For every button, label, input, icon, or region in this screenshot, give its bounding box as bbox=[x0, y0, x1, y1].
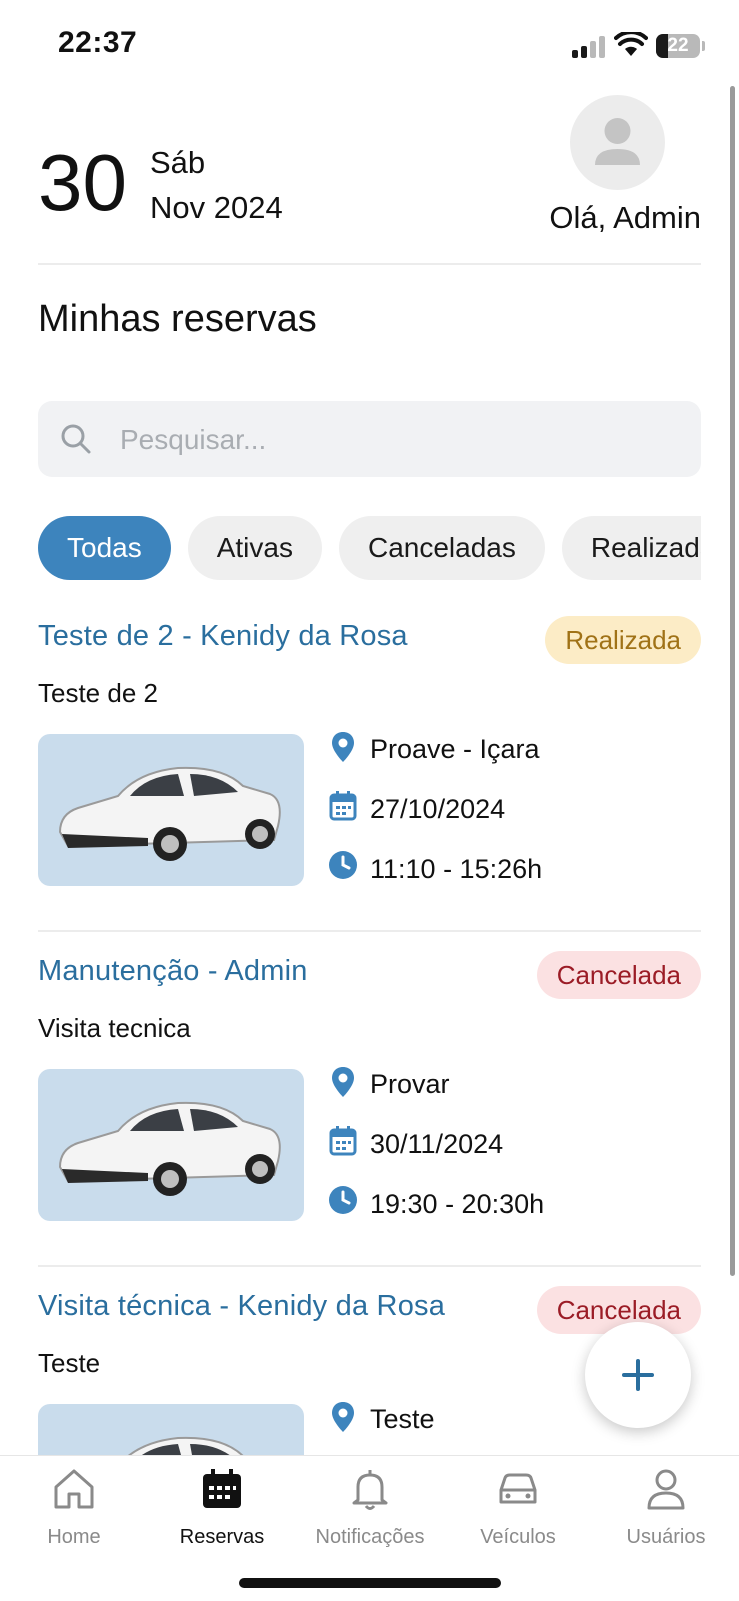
nav-reservas[interactable]: Reservas bbox=[148, 1456, 296, 1566]
car-icon bbox=[499, 1473, 537, 1504]
vehicle-image bbox=[38, 734, 304, 886]
reservation-date: 30/11/2024 bbox=[328, 1125, 701, 1165]
nav-label: Usuários bbox=[626, 1526, 706, 1548]
date-text: 27/10/2024 bbox=[370, 794, 506, 824]
reservation-title[interactable]: Teste de 2 - Kenidy da Rosa bbox=[38, 620, 408, 653]
date-day: 30 bbox=[38, 138, 127, 227]
header-divider bbox=[38, 263, 701, 265]
clock-icon bbox=[329, 1186, 357, 1214]
status-badge: Realizada bbox=[545, 616, 701, 664]
status-bar: 22:37 22 bbox=[0, 0, 739, 80]
user-icon bbox=[647, 1469, 685, 1510]
filter-chip-canceladas[interactable]: Canceladas bbox=[338, 516, 545, 580]
battery-level: 22 bbox=[667, 35, 689, 56]
page-title: Minhas reservas bbox=[38, 298, 317, 340]
status-time: 22:37 bbox=[58, 26, 138, 59]
filter-chip-realizadas[interactable]: Realizadas bbox=[561, 516, 701, 580]
battery-icon: 22 bbox=[656, 34, 700, 58]
date-month-year: Nov 2024 bbox=[150, 190, 283, 225]
nav-label: Notificações bbox=[315, 1526, 425, 1548]
filter-chip-ativas[interactable]: Ativas bbox=[187, 516, 322, 580]
vehicle-image bbox=[38, 1404, 304, 1455]
reservation-card[interactable]: Manutenção - Admin Cancelada Visita tecn… bbox=[38, 945, 701, 1267]
battery-tip bbox=[702, 41, 705, 51]
reservation-card[interactable]: Teste de 2 - Kenidy da Rosa Realizada Te… bbox=[38, 610, 701, 932]
plus-icon bbox=[622, 1359, 654, 1391]
location-pin-icon bbox=[332, 732, 354, 762]
cellular-signal-icon bbox=[572, 36, 606, 58]
nav-label: Home bbox=[47, 1526, 101, 1548]
nav-usuarios[interactable]: Usuários bbox=[592, 1456, 739, 1566]
reservation-time: 11:10 - 15:26h bbox=[328, 850, 701, 890]
search-input[interactable] bbox=[118, 401, 682, 479]
greeting: Olá, Admin bbox=[549, 200, 701, 235]
time-text: 19:30 - 20:30h bbox=[370, 1189, 545, 1219]
reservation-description: Teste bbox=[38, 1348, 101, 1378]
reservation-title[interactable]: Visita técnica - Kenidy da Rosa bbox=[38, 1290, 445, 1323]
reservation-title[interactable]: Manutenção - Admin bbox=[38, 955, 308, 988]
location-pin-icon bbox=[332, 1067, 354, 1097]
date-text: 30/11/2024 bbox=[370, 1129, 504, 1159]
nav-home[interactable]: Home bbox=[0, 1456, 148, 1566]
add-reservation-button[interactable] bbox=[585, 1322, 691, 1428]
reservation-description: Visita tecnica bbox=[38, 1013, 191, 1043]
location-pin-icon bbox=[332, 1402, 354, 1432]
calendar-icon bbox=[329, 791, 357, 821]
calendar-icon bbox=[203, 1469, 241, 1508]
nav-notificacoes[interactable]: Notificações bbox=[296, 1456, 444, 1566]
vehicle-image bbox=[38, 1069, 304, 1221]
filter-chip-todas[interactable]: Todas bbox=[38, 516, 171, 580]
filter-chips: TodasAtivasCanceladasRealizadas bbox=[38, 516, 701, 580]
wifi-icon bbox=[614, 32, 648, 56]
reservation-description: Teste de 2 bbox=[38, 678, 158, 708]
bell-icon bbox=[352, 1470, 388, 1510]
nav-veiculos[interactable]: Veículos bbox=[444, 1456, 592, 1566]
nav-label: Reservas bbox=[179, 1526, 265, 1548]
location-text: Provar bbox=[370, 1069, 450, 1099]
clock-icon bbox=[329, 851, 357, 879]
search-bar[interactable] bbox=[38, 401, 701, 479]
status-badge: Cancelada bbox=[536, 951, 701, 999]
search-icon bbox=[61, 424, 91, 454]
reservation-date: 27/10/2024 bbox=[328, 790, 701, 830]
home-indicator bbox=[239, 1578, 501, 1588]
card-divider bbox=[38, 930, 701, 932]
date-weekday: Sáb bbox=[150, 145, 206, 180]
location-text: Proave - Içara bbox=[370, 734, 540, 764]
home-icon bbox=[54, 1469, 94, 1509]
card-divider bbox=[38, 1265, 701, 1267]
time-text: 11:10 - 15:26h bbox=[370, 854, 543, 884]
nav-label: Veículos bbox=[480, 1526, 556, 1548]
calendar-icon bbox=[329, 1126, 357, 1156]
user-avatar-icon bbox=[595, 118, 640, 165]
reservation-location: Provar bbox=[328, 1065, 701, 1105]
avatar[interactable] bbox=[570, 95, 665, 190]
reservation-location: Proave - Içara bbox=[328, 730, 701, 770]
location-text: Teste bbox=[370, 1404, 435, 1434]
reservation-time: 19:30 - 20:30h bbox=[328, 1185, 701, 1225]
